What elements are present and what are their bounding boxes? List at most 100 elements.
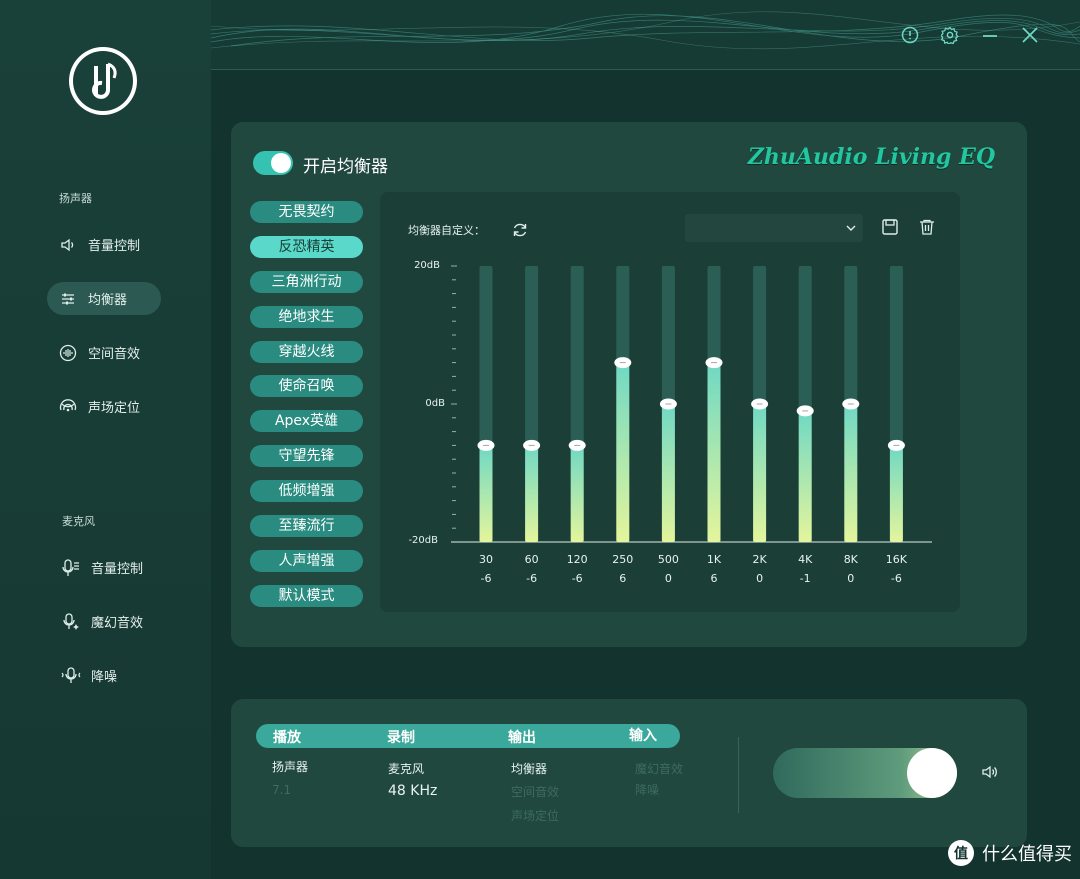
mic-icon (61, 558, 81, 578)
equalizer-toggle[interactable] (253, 151, 293, 175)
output-equalizer: 均衡器 (511, 762, 548, 776)
speaker-section-title: 扬声器 (59, 192, 92, 205)
volume-slider-knob[interactable] (907, 748, 957, 798)
speaker-icon (58, 235, 78, 255)
eq-band-bar (479, 445, 493, 542)
watermark: 值 什么值得买 (948, 840, 1072, 866)
eq-frequency-label: 60 (525, 553, 539, 566)
preset-button[interactable]: 穿越火线 (250, 340, 363, 363)
sidebar-item-label: 降噪 (91, 670, 118, 685)
eq-frequency-label: 120 (567, 553, 588, 566)
minimize-icon[interactable] (979, 24, 1001, 46)
music-note-logo-icon (92, 62, 117, 99)
eq-gain-label: -6 (481, 572, 492, 585)
eq-frequency-label: 8K (844, 553, 859, 566)
sidebar-item-label: 音量控制 (88, 239, 141, 254)
sidebar-item-noise-reduction[interactable]: 降噪 (50, 659, 164, 692)
speaker-volume-icon[interactable] (980, 762, 1000, 786)
sidebar-item-equalizer[interactable]: 均衡器 (47, 282, 161, 315)
sidebar: 扬声器 音量控制 均衡器 空间音效 声场定位 麦克风 音量控制 魔幻音效 降噪 (0, 0, 211, 879)
eq-frequency-label: 250 (612, 553, 633, 566)
sidebar-item-mic-volume[interactable]: 音量控制 (50, 551, 164, 584)
magic-mic-icon (61, 612, 81, 632)
eq-frequency-label: 1K (707, 553, 722, 566)
watermark-text: 什么值得买 (982, 844, 1072, 865)
record-rate: 48 KHz (388, 783, 438, 799)
preset-button[interactable]: 绝地求生 (250, 305, 363, 328)
eq-gain-label: 6 (711, 572, 718, 585)
eq-band-bar (798, 410, 812, 542)
preset-button[interactable]: Apex英雄 (250, 410, 363, 433)
sidebar-item-label: 声场定位 (88, 401, 141, 416)
sidebar-item-label: 空间音效 (88, 347, 141, 362)
preset-button[interactable]: 守望先锋 (250, 445, 363, 468)
status-tabbar: 播放 录制 输出 输入 (256, 724, 680, 748)
eq-band-bar (570, 445, 584, 542)
eq-gain-label: 6 (619, 572, 626, 585)
equalizer-graph-box: 均衡器自定义： 20dB 0dB -20dB 30 -6 60 -6 120 -… (380, 192, 960, 612)
volume-slider[interactable] (773, 748, 957, 798)
preset-button[interactable]: 默认模式 (250, 584, 363, 607)
eq-band-bar (616, 362, 630, 542)
tab-output[interactable]: 输出 (508, 727, 536, 747)
sidebar-item-sound-positioning[interactable]: 声场定位 (47, 390, 161, 423)
eq-gain-label: 0 (665, 572, 672, 585)
eq-gain-label: 0 (847, 572, 854, 585)
tab-playback[interactable]: 播放 (273, 727, 301, 747)
eq-frequency-label: 30 (479, 553, 493, 566)
watermark-badge: 值 (948, 840, 974, 866)
eq-band-bar (525, 445, 539, 542)
divider (738, 737, 739, 813)
sidebar-item-spatial-audio[interactable]: 空间音效 (47, 336, 161, 369)
output-positioning: 声场定位 (511, 809, 560, 823)
sidebar-item-magic-voice[interactable]: 魔幻音效 (50, 605, 164, 638)
eq-band-bar (889, 445, 903, 542)
input-magic-voice: 魔幻音效 (635, 762, 684, 776)
eq-band-bar (753, 404, 767, 542)
toggle-knob (271, 153, 291, 173)
preset-button[interactable]: 至臻流行 (250, 515, 363, 538)
eq-gain-label: 0 (756, 572, 763, 585)
tab-input[interactable]: 输入 (629, 725, 657, 745)
equalizer-toggle-label: 开启均衡器 (303, 157, 388, 177)
title-bar (211, 0, 1080, 70)
record-device: 麦克风 (388, 762, 425, 776)
settings-icon[interactable] (939, 24, 961, 46)
eq-band-bar (844, 404, 858, 542)
close-icon[interactable] (1019, 24, 1041, 46)
preset-button[interactable]: 低频增强 (250, 480, 363, 503)
preset-button-active[interactable]: 反恐精英 (250, 235, 363, 258)
eq-gain-label: -6 (572, 572, 583, 585)
equalizer-chart: 30 -6 60 -6 120 -6 250 6 500 0 1K 6 2K 0 4K -1 8K 0 16K -6 (451, 265, 932, 585)
preset-button[interactable]: 使命召唤 (250, 375, 363, 398)
app-logo (69, 47, 137, 115)
info-icon[interactable] (899, 24, 921, 46)
waveform-icon (58, 343, 78, 363)
eq-frequency-label: 500 (658, 553, 679, 566)
brand-title: ZhuAudio Living EQ (747, 144, 995, 170)
eq-gain-label: -6 (891, 572, 902, 585)
output-spatial: 空间音效 (511, 785, 560, 799)
input-noise-reduction: 降噪 (635, 783, 660, 797)
sidebar-item-speaker-volume[interactable]: 音量控制 (47, 228, 161, 261)
preset-button[interactable]: 三角洲行动 (250, 270, 363, 293)
sidebar-item-label: 均衡器 (88, 293, 128, 308)
preset-list: 无畏契约 反恐精英 三角洲行动 绝地求生 穿越火线 使命召唤 Apex英雄 守望… (250, 201, 363, 620)
tab-record[interactable]: 录制 (387, 727, 415, 747)
eq-frequency-label: 16K (886, 553, 908, 566)
sidebar-item-label: 音量控制 (91, 562, 144, 577)
equalizer-panel: 开启均衡器 ZhuAudio Living EQ 无畏契约 反恐精英 三角洲行动… (231, 122, 1027, 647)
playback-device: 扬声器 (272, 760, 309, 774)
eq-gain-label: -1 (800, 572, 811, 585)
eq-band-bar (707, 362, 721, 542)
sliders-icon (58, 289, 78, 309)
playback-channel: 7.1 (272, 783, 292, 797)
eq-frequency-label: 4K (798, 553, 813, 566)
mic-section-title: 麦克风 (62, 515, 95, 528)
preset-button[interactable]: 人声增强 (250, 549, 363, 572)
preset-button[interactable]: 无畏契约 (250, 201, 363, 223)
status-panel: 播放 录制 输出 输入 扬声器 7.1 麦克风 48 KHz 均衡器 空间音效 … (231, 699, 1027, 847)
sidebar-item-label: 魔幻音效 (91, 616, 144, 631)
eq-gain-label: -6 (526, 572, 537, 585)
eq-band-bar (661, 404, 675, 542)
